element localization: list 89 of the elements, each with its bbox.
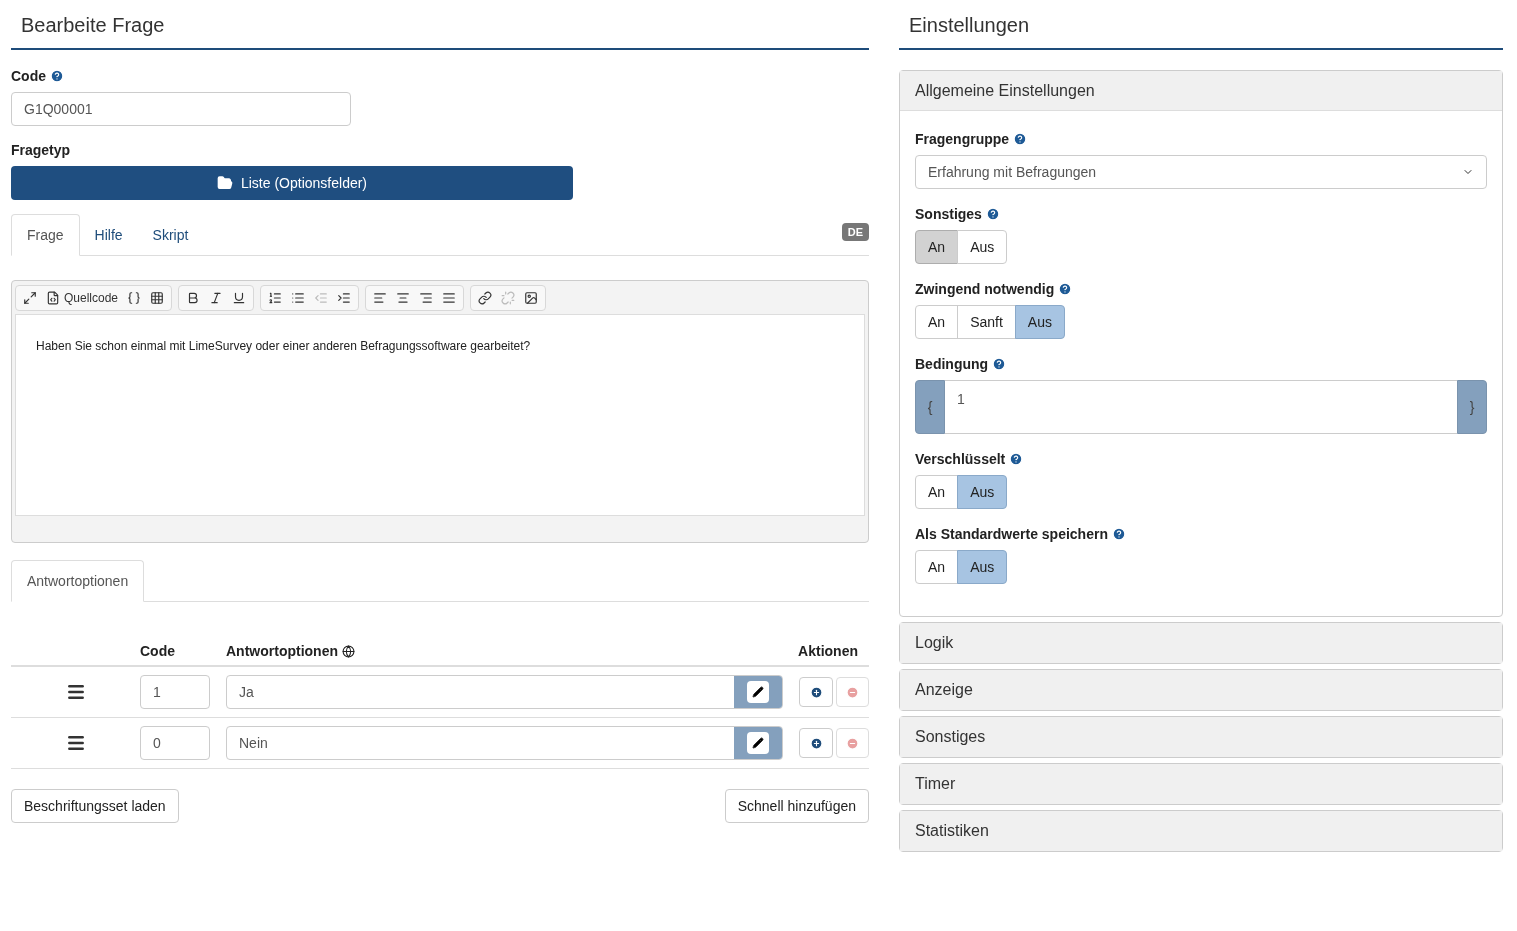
drag-handle-icon[interactable] [65, 733, 86, 753]
justify-icon [442, 291, 457, 305]
expression-field[interactable]: 1 [945, 380, 1457, 434]
field-label: Verschlüsselt [915, 449, 1487, 470]
plus-icon [809, 736, 823, 750]
panel-header[interactable]: Logik [900, 623, 1502, 663]
toggle-option[interactable]: Aus [957, 230, 1008, 264]
help-icon [992, 357, 1007, 371]
add-button[interactable] [799, 677, 833, 707]
field-label: Zwingend notwendig [915, 279, 1487, 300]
field-label: Sonstiges [915, 204, 1487, 225]
panel-header[interactable]: Anzeige [900, 670, 1502, 710]
panel-header[interactable]: Statistiken [900, 811, 1502, 851]
add-button[interactable] [799, 728, 833, 758]
field-label: Bedingung [915, 354, 1487, 375]
link-icon [478, 291, 493, 305]
toggle-option[interactable]: Aus [957, 550, 1008, 584]
plus-icon [809, 685, 823, 699]
toggle-option[interactable]: An [915, 550, 959, 584]
align-center-icon [396, 291, 411, 305]
answer-text-field[interactable]: Nein [226, 726, 783, 760]
pencil-icon [752, 737, 764, 749]
panel-header[interactable]: Allgemeine Einstellungen [900, 71, 1502, 111]
action-button[interactable]: Beschriftungsset laden [11, 789, 179, 823]
panel-header[interactable]: Timer [900, 764, 1502, 804]
help-icon [1058, 282, 1073, 296]
answer-code-field[interactable]: 1 [140, 675, 210, 709]
braces-icon [127, 291, 142, 305]
question-text: Haben Sie schon einmal mit LimeSurvey oder einer anderen Befragungssoftware gearbeitet? [36, 338, 532, 355]
italic-icon [209, 291, 224, 305]
minus-icon [846, 685, 859, 699]
field-label: Als Standardwerte speichern [915, 524, 1487, 545]
page-title: Einstellungen [909, 13, 1031, 38]
answer-text: Ja [238, 682, 255, 702]
toggle-option[interactable]: An [915, 305, 959, 339]
tab[interactable]: Skript [137, 214, 204, 256]
pencil-icon [752, 686, 764, 698]
field-label: Fragetyp [11, 141, 72, 160]
answer-code-field[interactable]: 0 [140, 726, 210, 760]
panel-header[interactable]: Sonstiges [900, 717, 1502, 757]
unlink-icon [501, 291, 516, 305]
help-icon [1013, 132, 1028, 146]
page-title: Bearbeite Frage [21, 13, 166, 38]
numbered-list-icon [268, 291, 283, 305]
bullet-list-icon [291, 291, 306, 305]
help-icon [985, 207, 1000, 221]
select-field[interactable]: Erfahrung mit Befragungen [915, 155, 1487, 189]
help-icon [1111, 527, 1126, 541]
source-icon [46, 291, 60, 305]
language-badge: DE [841, 222, 869, 241]
brace-addon: } [1457, 380, 1487, 434]
tab[interactable]: Frage [11, 214, 80, 256]
maximize-icon [23, 291, 37, 305]
help-icon [50, 69, 64, 83]
toggle-option[interactable]: An [915, 475, 959, 509]
folder-icon [216, 175, 233, 191]
column-header: Antwortoptionen [226, 641, 799, 662]
toggle-option[interactable]: Aus [957, 475, 1008, 509]
indent-icon [337, 291, 352, 305]
drag-handle-icon[interactable] [65, 682, 86, 702]
grid-icon [150, 291, 165, 305]
action-button[interactable]: Schnell hinzufügen [724, 789, 869, 823]
field-label: Code [11, 66, 869, 87]
toggle-option[interactable]: Sanft [957, 305, 1016, 339]
code-field[interactable]: G1Q00001 [11, 92, 351, 126]
column-header: Aktionen [798, 642, 859, 661]
underline-icon [232, 291, 247, 305]
column-header: Code [140, 642, 176, 661]
tab[interactable]: Antwortoptionen [11, 560, 145, 602]
outdent-icon [314, 291, 329, 305]
align-right-icon [419, 291, 434, 305]
bold-icon [186, 291, 201, 305]
answer-text-field[interactable]: Ja [226, 675, 783, 709]
toggle-option[interactable]: An [915, 230, 959, 264]
answer-text: Nein [238, 733, 269, 753]
image-icon [524, 291, 539, 305]
edit-button[interactable] [734, 676, 782, 708]
globe-icon [342, 645, 355, 658]
help-icon [1009, 452, 1024, 466]
align-left-icon [373, 291, 388, 305]
brace-addon: { [915, 380, 945, 434]
toolbar-button[interactable]: Quellcode [43, 287, 122, 309]
edit-button[interactable] [734, 727, 782, 759]
field-label: Fragengruppe [915, 129, 1487, 150]
toggle-option[interactable]: Aus [1014, 305, 1065, 339]
minus-icon [846, 736, 859, 750]
question-type-button[interactable]: Liste (Optionsfelder) [11, 166, 573, 200]
editor-area[interactable]: Haben Sie schon einmal mit LimeSurvey oder einer anderen Befragungssoftware gearbeitet? [15, 314, 865, 516]
tab[interactable]: Hilfe [79, 214, 138, 256]
